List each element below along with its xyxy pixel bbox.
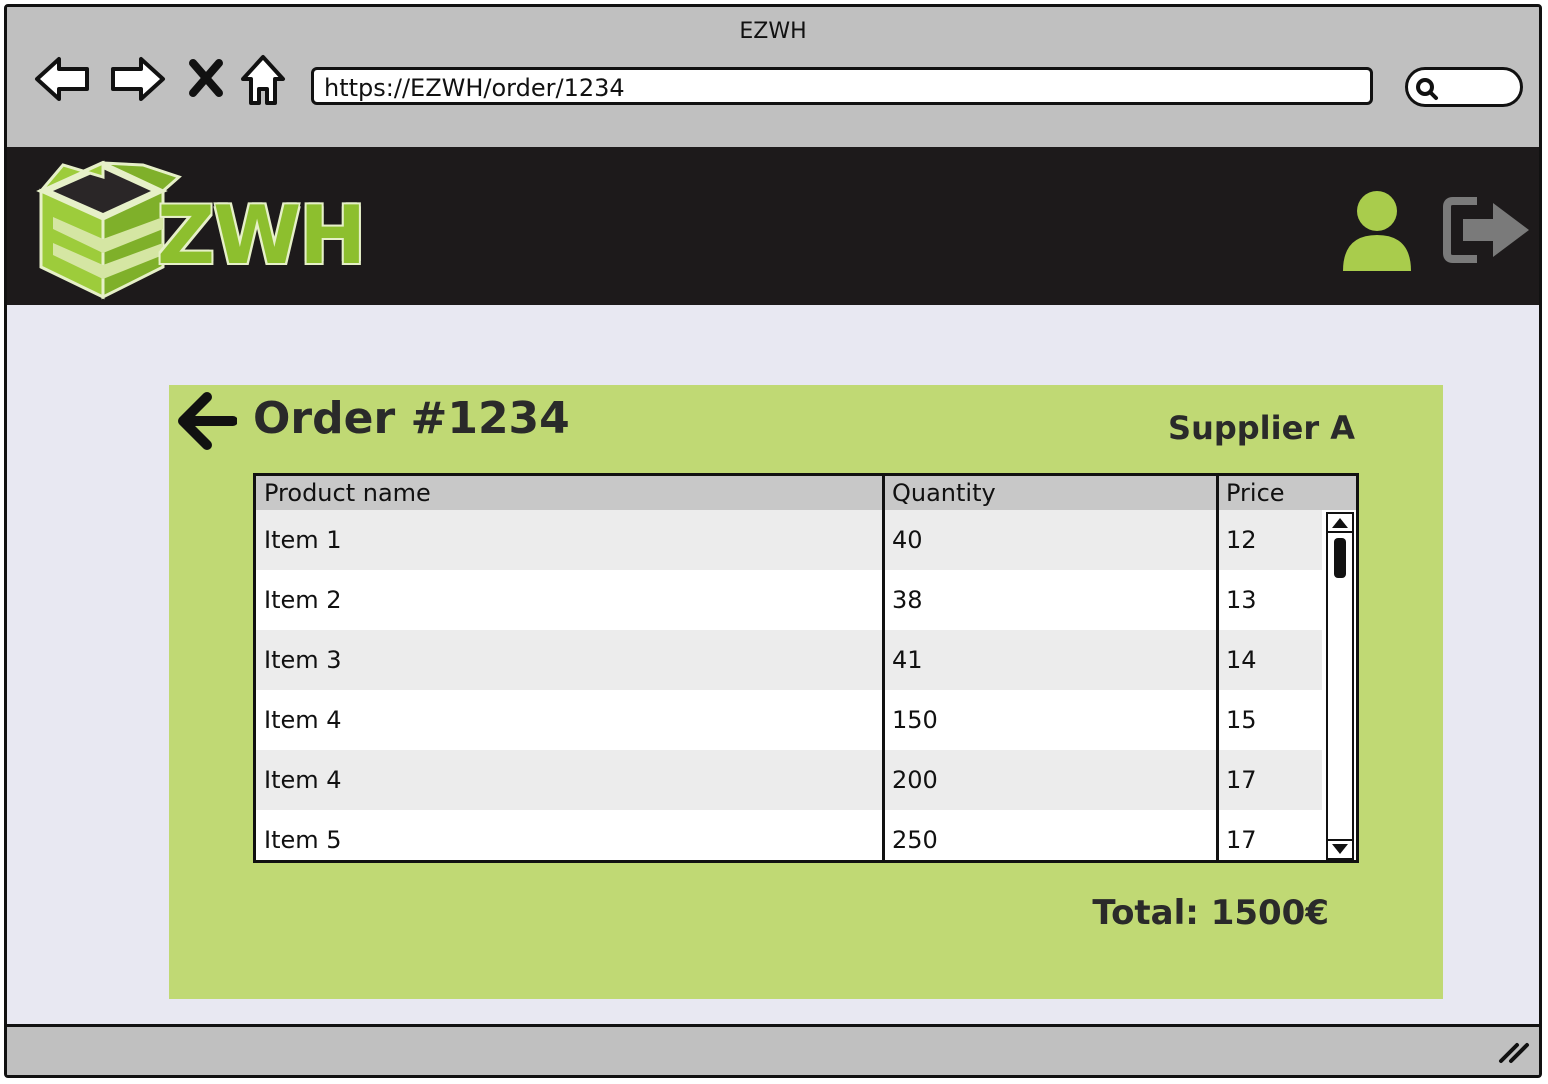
cell-price: 14 [1226,646,1257,674]
cell-product: Item 5 [264,826,342,854]
column-divider [882,476,885,860]
scroll-down-icon[interactable] [1332,844,1348,854]
table-row[interactable]: Item 5 250 17 [256,810,1322,860]
table-row[interactable]: Item 3 41 14 [256,630,1322,690]
column-header-quantity[interactable]: Quantity [884,476,1218,510]
table-row[interactable]: Item 2 38 13 [256,570,1322,630]
browser-search-field[interactable] [1405,67,1523,107]
back-nav-icon[interactable] [33,49,93,109]
url-bar[interactable]: https://EZWH/order/1234 [311,67,1373,105]
order-panel: Order #1234 Supplier A Product name Quan… [169,385,1443,999]
resize-grip-icon[interactable] [1497,1035,1531,1069]
table-row[interactable]: Item 4 150 15 [256,690,1322,750]
browser-chrome: EZWH https://EZWH/order/1234 [7,7,1539,147]
order-title: Order #1234 [253,393,570,444]
cell-product: Item 4 [264,706,342,734]
cell-price: 17 [1226,766,1257,794]
supplier-name: Supplier A [1168,409,1355,447]
cell-quantity: 40 [892,526,923,554]
column-header-price[interactable]: Price [1218,476,1356,510]
logo-text: ZWH [157,189,366,282]
cell-price: 13 [1226,586,1257,614]
user-icon[interactable] [1341,189,1413,277]
table-header: Product name Quantity Price [256,476,1356,510]
cell-quantity: 200 [892,766,938,794]
scroll-up-icon[interactable] [1332,518,1348,528]
table-row[interactable]: Item 1 40 12 [256,510,1322,570]
cell-price: 12 [1226,526,1257,554]
order-total: Total: 1500€ [1092,893,1329,933]
status-bar [7,1024,1539,1075]
logout-icon[interactable] [1443,195,1533,269]
cell-quantity: 41 [892,646,923,674]
cell-price: 17 [1226,826,1257,854]
home-icon[interactable] [233,49,293,109]
order-items-table: Product name Quantity Price Item 1 40 12… [253,473,1359,863]
table-row[interactable]: Item 4 200 17 [256,750,1322,810]
app-header: ZWH [7,147,1539,305]
browser-window: EZWH https://EZWH/order/1234 ZWH Order #… [4,4,1542,1078]
cell-quantity: 150 [892,706,938,734]
cell-price: 15 [1226,706,1257,734]
cell-product: Item 2 [264,586,342,614]
cell-quantity: 250 [892,826,938,854]
cell-product: Item 1 [264,526,342,554]
forward-nav-icon[interactable] [107,49,167,109]
search-icon [1416,78,1438,100]
cell-product: Item 3 [264,646,342,674]
table-scrollbar[interactable] [1326,512,1354,860]
scroll-thumb[interactable] [1334,538,1346,578]
cell-product: Item 4 [264,766,342,794]
cell-quantity: 38 [892,586,923,614]
window-title: EZWH [739,19,807,44]
column-divider [1216,476,1219,860]
column-header-product[interactable]: Product name [256,476,884,510]
back-arrow-icon[interactable] [177,391,238,455]
